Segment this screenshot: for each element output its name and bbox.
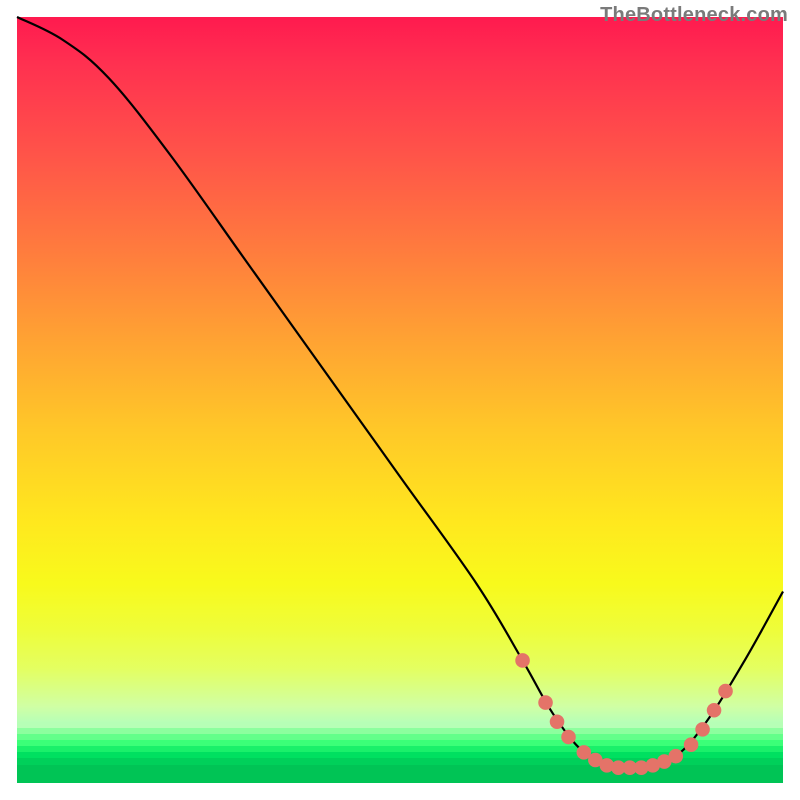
highlight-dots-group: [515, 653, 733, 775]
chart-plot-area: [17, 17, 783, 783]
highlight-dot: [707, 703, 722, 718]
highlight-dot: [515, 653, 530, 668]
attribution-label: TheBottleneck.com: [600, 4, 788, 27]
highlight-dot: [718, 684, 733, 699]
highlight-dot: [561, 730, 576, 745]
bottleneck-curve: [17, 17, 783, 769]
highlight-dot: [550, 714, 565, 729]
highlight-dot: [668, 749, 683, 764]
highlight-dot: [695, 722, 710, 737]
highlight-dot: [538, 695, 553, 710]
highlight-dot: [684, 737, 699, 752]
curve-svg: [17, 17, 783, 783]
